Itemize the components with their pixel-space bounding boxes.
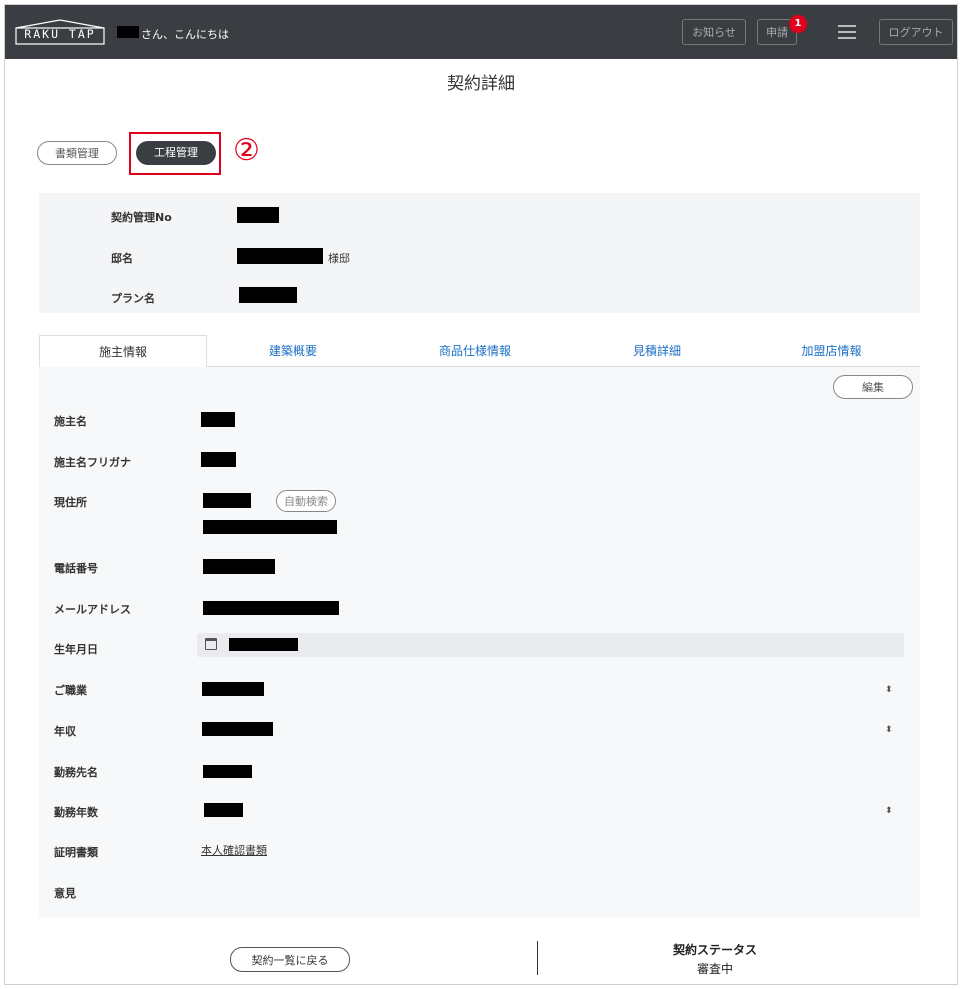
page-title: 契約詳細 (447, 74, 515, 94)
birthdate-input[interactable] (197, 633, 904, 657)
logout-button[interactable]: ログアウト (879, 19, 953, 45)
edit-button[interactable]: 編集 (833, 375, 913, 399)
plan-label: プラン名 (111, 292, 155, 305)
contract-status-label: 契約ステータス (672, 943, 757, 957)
years-value (204, 803, 243, 817)
tab-franchise-info[interactable]: 加盟店情報 (743, 335, 920, 367)
documents-label: 証明書類 (54, 846, 98, 859)
top-header: RAKU TAP さん、こんにちは お知らせ 申請 1 ログアウト (5, 5, 957, 59)
plan-value (239, 287, 297, 303)
years-select-arrow-icon[interactable]: ⬍ (885, 806, 893, 816)
calendar-icon[interactable] (205, 638, 217, 650)
residence-label: 邸名 (111, 252, 133, 265)
contract-summary: 契約管理No 邸名 様邸 プラン名 (39, 193, 920, 313)
raku-tap-logo[interactable]: RAKU TAP (15, 19, 105, 45)
logo-text: RAKU TAP (24, 27, 96, 41)
email-value (203, 601, 339, 615)
employer-label: 勤務先名 (54, 766, 98, 779)
phone-label: 電話番号 (54, 562, 98, 575)
email-label: メールアドレス (54, 603, 131, 616)
contract-status-value: 審査中 (696, 962, 733, 976)
employer-value (203, 765, 252, 778)
owner-info-panel: 編集 施主名 施主名フリガナ 現住所 自動検索 電話番号 メールアドレス 生年月… (39, 367, 920, 918)
address-label: 現住所 (54, 496, 87, 509)
highlight-box (129, 132, 221, 175)
occupation-select-arrow-icon[interactable]: ⬍ (885, 685, 893, 695)
tab-owner-info[interactable]: 施主情報 (39, 335, 207, 367)
residence-suffix: 様邸 (328, 252, 350, 265)
birthdate-value (229, 638, 298, 651)
auto-search-button[interactable]: 自動検索 (276, 490, 336, 512)
back-to-list-button[interactable]: 契約一覧に戻る (230, 947, 350, 972)
birthdate-label: 生年月日 (54, 643, 98, 656)
phone-value (203, 559, 275, 574)
owner-name-value (201, 412, 235, 427)
id-documents-link[interactable]: 本人確認書類 (201, 842, 267, 858)
tab-building-overview[interactable]: 建築概要 (207, 335, 379, 367)
footer-divider (537, 941, 538, 975)
years-label: 勤務年数 (54, 806, 98, 819)
owner-name-label: 施主名 (54, 415, 87, 428)
step-annotation: ② (233, 133, 260, 168)
opinion-label: 意見 (54, 887, 76, 900)
contract-no-label: 契約管理No (111, 211, 172, 224)
postal-code-value (203, 493, 251, 508)
user-name-redacted (117, 26, 139, 38)
app-frame: RAKU TAP さん、こんにちは お知らせ 申請 1 ログアウト 契約詳細 書… (4, 4, 958, 985)
residence-value (237, 248, 323, 264)
owner-kana-value (201, 452, 236, 467)
tab-product-spec[interactable]: 商品仕様情報 (379, 335, 571, 367)
hamburger-menu-icon[interactable] (838, 25, 856, 39)
address-value (203, 520, 337, 534)
occupation-value (202, 682, 264, 696)
income-select-arrow-icon[interactable]: ⬍ (885, 725, 893, 735)
notice-button[interactable]: お知らせ (682, 19, 746, 45)
contract-no-value (237, 207, 279, 223)
tab-estimate-details[interactable]: 見積詳細 (571, 335, 743, 367)
request-count-badge: 1 (789, 15, 807, 33)
occupation-label: ご職業 (54, 684, 87, 697)
greeting-text: さん、こんにちは (141, 28, 229, 41)
docs-management-button[interactable]: 書類管理 (37, 141, 117, 165)
owner-kana-label: 施主名フリガナ (54, 456, 131, 469)
income-value (202, 722, 273, 736)
income-label: 年収 (54, 725, 76, 738)
